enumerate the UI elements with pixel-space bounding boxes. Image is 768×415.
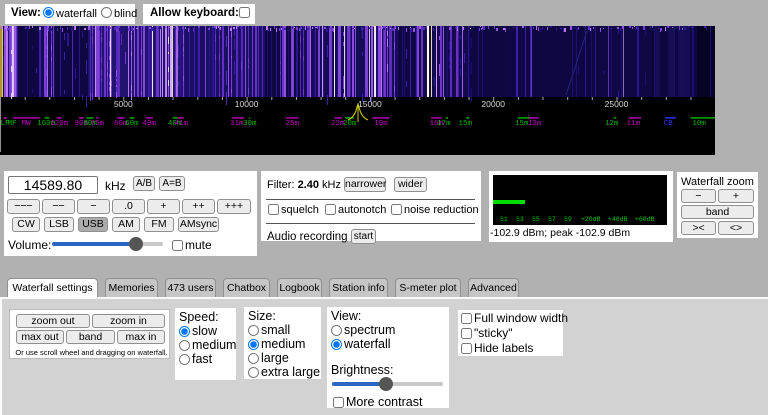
svg-text:13m: 13m [528, 120, 542, 128]
svg-text:19m: 19m [374, 120, 388, 128]
svg-text:49m: 49m [142, 120, 156, 128]
svg-text:41m: 41m [175, 120, 189, 128]
svg-text:75m: 75m [91, 120, 105, 128]
svg-text:11m: 11m [627, 120, 641, 128]
svg-text:120m: 120m [50, 120, 69, 128]
svg-text:S9: S9 [564, 216, 572, 223]
svg-text:15000: 15000 [358, 99, 382, 109]
svg-text:MW: MW [22, 120, 32, 128]
svg-text:25m: 25m [285, 120, 299, 128]
svg-text:30m: 30m [243, 120, 257, 128]
svg-text:S5: S5 [532, 216, 540, 223]
svg-text:CB: CB [664, 120, 674, 128]
svg-text:31m: 31m [230, 120, 244, 128]
svg-text:15m: 15m [515, 120, 529, 128]
svg-text:10000: 10000 [235, 99, 259, 109]
svg-text:12m: 12m [605, 120, 619, 128]
svg-text:+40dB: +40dB [608, 216, 628, 223]
svg-text:20m: 20m [343, 120, 357, 128]
svg-text:10m: 10m [692, 120, 706, 128]
svg-text:S3: S3 [516, 216, 524, 223]
svg-text:25000: 25000 [605, 99, 629, 109]
svg-text:15m: 15m [459, 120, 473, 128]
svg-text:S7: S7 [548, 216, 556, 223]
svg-text:17m: 17m [437, 120, 451, 128]
svg-text:5000: 5000 [114, 99, 133, 109]
svg-text:MF: MF [7, 120, 16, 128]
svg-text:S1: S1 [500, 216, 508, 223]
svg-text:60m: 60m [125, 120, 139, 128]
svg-text:+20dB: +20dB [581, 216, 601, 223]
svg-text:20000: 20000 [481, 99, 505, 109]
svg-text:+60dB: +60dB [635, 216, 655, 223]
